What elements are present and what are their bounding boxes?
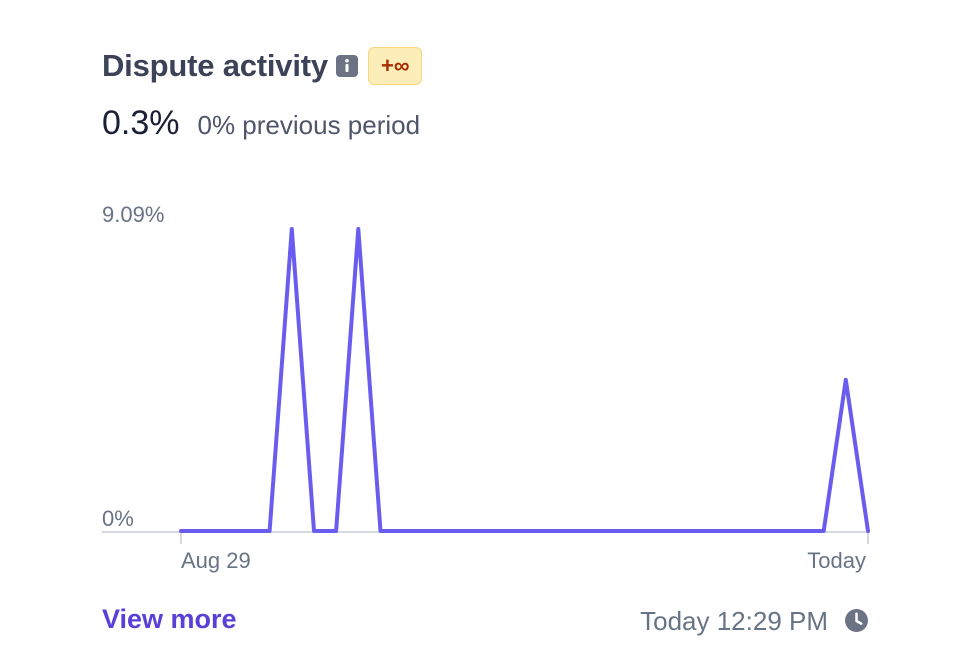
series-line [179,227,870,533]
metric-value: 0.3% [102,104,180,142]
y-tick-min: 0% [102,506,134,531]
change-badge: +∞ [367,47,423,85]
info-icon[interactable] [335,55,358,77]
view-more-link[interactable]: View more [102,604,237,635]
last-updated-timestamp: Today 12:29 PM [640,606,828,636]
dispute-chart: 9.09% 0% Aug 29 Today [102,202,870,573]
dispute-activity-card: 9.09% 0% Aug 29 Today Dispute activity +… [0,0,966,664]
y-tick-max: 9.09% [102,202,164,227]
x-tick-marks [180,532,869,544]
clock-icon [845,609,868,632]
metric-previous-period: 0% previous period [197,110,421,140]
card-header: Dispute activity +∞ [102,46,423,86]
metric-row: 0.3% 0% previous period [102,104,420,143]
x-tick-start: Aug 29 [181,548,251,573]
x-tick-end: Today [807,548,866,573]
card-title: Dispute activity [102,48,328,83]
